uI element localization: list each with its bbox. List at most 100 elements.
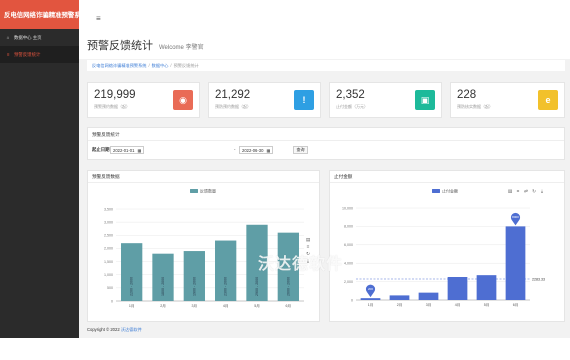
bar <box>360 298 381 300</box>
legend-swatch <box>432 189 440 193</box>
footer-link[interactable]: 沃达德软件 <box>121 327 142 332</box>
x-tick-label: 2月 <box>397 302 403 307</box>
x-tick-label: 6月 <box>513 302 519 307</box>
x-tick-label: 1月 <box>368 302 374 307</box>
sidebar: 反电信网络诈骗精准预警系统 ⌂ 数据中心 主页 ≡ 预警反馈统计 <box>0 0 87 338</box>
stack-icon: ⇄ <box>524 189 528 194</box>
start-date-input[interactable]: 2022-01-01 ▦ <box>110 146 145 154</box>
data-view-icon: ▤ <box>508 189 512 194</box>
bar <box>505 226 526 300</box>
x-tick-label: 1月 <box>129 303 135 308</box>
x-tick-label: 2月 <box>160 303 166 308</box>
y-tick-label: 10,000 <box>342 206 353 210</box>
watermark-text: 沃达德软件 <box>258 256 344 273</box>
stat-label: 预防核实数据（起） <box>457 104 493 109</box>
main-content: 预警反馈统计 Welcome 李警官 反电信网络诈骗精准预警系统 / 数据中心 … <box>79 29 570 338</box>
x-tick-label: 3月 <box>426 302 432 307</box>
date-range-label: 起止日期 <box>92 147 110 152</box>
copyright-text: Copyright © 2022 <box>87 327 121 332</box>
stat-card: 228 预防核实数据（起） e <box>450 82 565 118</box>
bar-switch-icon: ≡ <box>517 189 520 194</box>
divider <box>88 140 564 141</box>
y-tick-label: 1,500 <box>104 260 113 264</box>
panel-title: 止付金额 <box>334 174 353 179</box>
breadcrumb-data-center[interactable]: 数据中心 <box>152 63 169 69</box>
legend-label: 反馈数量 <box>200 188 216 194</box>
legend-label: 止付金额 <box>442 188 458 194</box>
x-tick-label: 6月 <box>286 303 292 308</box>
bar-data-label: 2300 - 2000 <box>224 277 228 296</box>
value-marker-label: 8000 <box>512 215 519 219</box>
breadcrumb-separator: / <box>148 63 150 68</box>
calendar-icon: ▦ <box>137 147 142 153</box>
breadcrumb-separator: / <box>170 63 172 68</box>
bar <box>418 292 439 300</box>
x-tick-label: 4月 <box>455 302 461 307</box>
sidebar-item-label: 数据中心 主页 <box>14 34 42 40</box>
stat-card: 219,999 预警预约数据（起） ◉ <box>87 82 200 118</box>
filter-panel: 预警反馈统计 起止日期 2022-01-01 ▦ - 2022-06-30 ▦ … <box>87 127 565 160</box>
bar-switch-icon: ≡ <box>307 244 310 249</box>
bar <box>389 295 410 300</box>
range-separator: - <box>234 147 236 152</box>
bar-data-label: 1800 - 2000 <box>161 277 165 296</box>
payment-bar-chart: 止付金额 0 2,000 4,000 6,000 8,000 10,000 1月 2月 3月 4月 5… <box>342 188 545 307</box>
y-tick-label: 8,000 <box>344 225 353 229</box>
data-view-icon: ▤ <box>306 237 310 242</box>
start-date-value: 2022-01-01 <box>113 147 135 153</box>
y-tick-label: 500 <box>107 286 113 290</box>
page-header: 预警反馈统计 Welcome 李警官 <box>79 29 570 59</box>
restore-icon: ↻ <box>532 189 536 194</box>
eye-icon: ◉ <box>173 90 193 110</box>
stat-label: 预防预约数据（起） <box>215 104 251 109</box>
bar-data-label: 2900 - 2000 <box>255 277 259 296</box>
calendar-icon: ▦ <box>266 147 271 153</box>
stat-value: 219,999 <box>94 89 136 101</box>
x-tick-label: 3月 <box>192 303 198 308</box>
bar-data-label: 1900 - 2000 <box>192 277 196 296</box>
home-icon: ⌂ <box>6 35 10 40</box>
y-tick-label: 2,500 <box>104 234 113 238</box>
end-date-input[interactable]: 2022-06-30 ▦ <box>239 146 274 154</box>
stat-card: 2,352 止付金额（万元） ▣ <box>329 82 442 118</box>
menu-toggle-icon[interactable]: ≡ <box>96 14 101 23</box>
stat-card: 21,292 预防预约数据（起） ! <box>208 82 321 118</box>
brand-title: 反电信网络诈骗精准预警系统 <box>0 0 87 29</box>
x-tick-label: 5月 <box>254 303 260 308</box>
sidebar-item-feedback[interactable]: ≡ 预警反馈统计 <box>0 46 79 63</box>
y-tick-label: 4,000 <box>344 262 353 266</box>
query-button[interactable]: 查询 <box>293 146 308 154</box>
breadcrumb-system[interactable]: 反电信网络诈骗精准预警系统 <box>92 63 146 69</box>
breadcrumb-current: 预警反馈统计 <box>173 62 199 68</box>
sidebar-item-home[interactable]: ⌂ 数据中心 主页 <box>0 29 79 46</box>
bar-data-label: 2600 - 2000 <box>286 277 290 296</box>
bar <box>447 277 468 300</box>
stat-label: 预警预约数据（起） <box>94 104 130 109</box>
x-tick-label: 4月 <box>223 303 229 308</box>
stat-value: 21,292 <box>215 89 251 101</box>
end-date-value: 2022-06-30 <box>242 147 264 153</box>
page-title: 预警反馈统计 <box>87 40 153 52</box>
value-marker-label: 200 <box>368 287 373 291</box>
stat-value: 2,352 <box>336 89 365 101</box>
y-tick-label: 2,000 <box>104 247 113 251</box>
panel-title: 预警反馈数据 <box>92 174 120 179</box>
x-tick-label: 5月 <box>484 302 490 307</box>
feedback-chart-panel: 预警反馈数据 反馈数量 0 500 1,000 1,500 2,000 2,500 3,000… <box>87 170 320 322</box>
filter-title: 预警反馈统计 <box>92 132 120 137</box>
legend-swatch <box>190 189 198 193</box>
y-tick-label: 3,000 <box>104 220 113 224</box>
payment-chart-panel: 止付金额 止付金额 0 2,000 4,000 6,000 8,000 10,000 1月 2月… <box>329 170 565 322</box>
bar-data-label: 2200 - 2000 <box>130 277 134 296</box>
warning-icon: ! <box>294 90 314 110</box>
footer: Copyright © 2022 沃达德软件 <box>87 327 142 333</box>
average-line-label: 2283.33 <box>532 277 545 281</box>
download-icon: ⤓ <box>541 189 543 194</box>
y-tick-label: 6,000 <box>344 243 353 247</box>
stat-value: 228 <box>457 89 477 101</box>
welcome-text: Welcome 李警官 <box>159 45 204 51</box>
y-tick-label: 1,000 <box>104 273 113 277</box>
stat-label: 止付金额（万元） <box>336 104 368 109</box>
money-icon: ▣ <box>415 90 435 110</box>
breadcrumb: 反电信网络诈骗精准预警系统 / 数据中心 / 预警反馈统计 <box>87 60 565 71</box>
